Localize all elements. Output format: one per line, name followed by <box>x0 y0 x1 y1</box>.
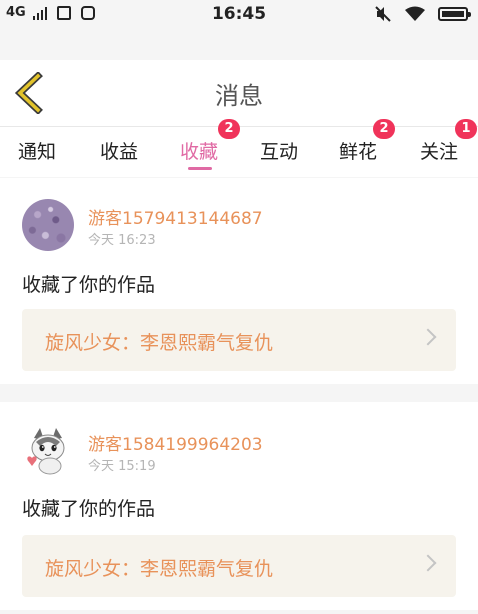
tab-label: 通知 <box>18 141 57 163</box>
username-link[interactable]: 游客1579413144687 <box>88 204 263 229</box>
battery-icon <box>438 7 471 21</box>
message-time: 今天 15:19 <box>88 459 156 474</box>
tab-badge: 2 <box>218 119 240 139</box>
tab-label: 关注 <box>420 141 459 163</box>
work-title: 旋风少女：李恩熙霸气复仇 <box>45 558 274 580</box>
wifi-icon <box>405 6 425 21</box>
tab-label: 互动 <box>260 141 299 163</box>
message-time: 今天 16:23 <box>88 233 156 248</box>
work-link[interactable]: 旋风少女：李恩熙霸气复仇 <box>22 309 456 371</box>
mute-icon <box>375 6 391 22</box>
status-bar: 4G 16:45 <box>0 0 478 30</box>
header-bar: 消息 <box>0 60 478 127</box>
status-right <box>374 6 471 22</box>
tab-label: 收益 <box>100 141 139 163</box>
tab-badge: 1 <box>455 119 477 139</box>
message-card: 游客1579413144687 今天 16:23 收藏了你的作品 旋风少女：李恩… <box>0 178 478 384</box>
avatar[interactable] <box>22 424 74 476</box>
message-action-text: 收藏了你的作品 <box>22 498 156 520</box>
message-card: 游客1584199964203 今天 15:19 收藏了你的作品 旋风少女：李恩… <box>0 402 478 610</box>
cat-avatar-icon <box>27 428 65 475</box>
chevron-right-icon <box>419 554 437 572</box>
tab-label: 鲜花 <box>339 141 378 163</box>
page-title: 消息 <box>215 82 263 110</box>
tab-bar: 通知 收益 收藏 2 互动 鲜花 2 关注 1 <box>0 119 478 177</box>
tab-badge: 2 <box>373 119 395 139</box>
avatar[interactable] <box>22 199 74 251</box>
work-title: 旋风少女：李恩熙霸气复仇 <box>45 332 274 354</box>
chevron-right-icon <box>419 328 437 346</box>
work-link[interactable]: 旋风少女：李恩熙霸气复仇 <box>22 535 456 597</box>
active-tab-indicator <box>188 167 212 170</box>
message-action-text: 收藏了你的作品 <box>22 274 156 296</box>
tab-label: 收藏 <box>180 141 219 163</box>
username-link[interactable]: 游客1584199964203 <box>88 430 263 455</box>
